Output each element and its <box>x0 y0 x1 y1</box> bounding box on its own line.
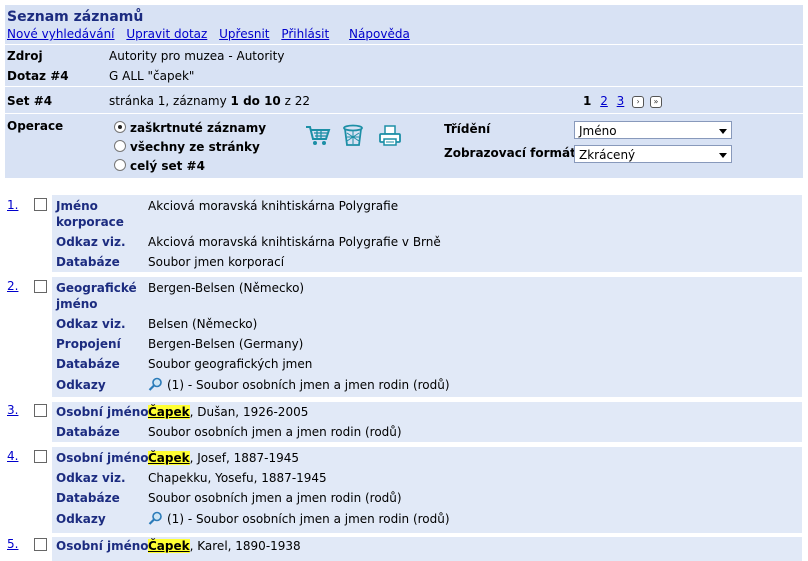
field-value: Akciová moravská knihtiskárna Polygrafie… <box>148 235 441 249</box>
field-value: Čapek, Karel, 1890-1938 <box>148 538 301 554</box>
field-value-rest: , Karel, 1890-1938 <box>189 539 301 553</box>
page-title: Seznam záznamů <box>7 9 144 25</box>
magnifier-icon[interactable] <box>148 377 163 395</box>
field-value: Bergen-Belsen (Německo) <box>148 281 305 295</box>
references-value: (1) - Soubor osobních jmen a jmen rodin … <box>148 377 450 395</box>
divider <box>5 44 803 45</box>
set-suffix: z 22 <box>280 94 310 108</box>
pager: 1 2 3 › » <box>583 94 662 108</box>
query-label: Dotaz #4 <box>7 69 69 83</box>
references-value: (1) - Soubor osobních jmen a jmen rodin … <box>148 511 450 529</box>
sort-label: Třídění <box>444 122 491 136</box>
field-label: Osobní jméno <box>56 405 149 419</box>
field-label: Databáze <box>56 491 120 505</box>
field-label: Databáze <box>56 357 120 371</box>
record-checkbox[interactable] <box>34 404 47 417</box>
record-checkbox[interactable] <box>34 538 47 551</box>
field-value: Čapek, Dušan, 1926-2005 <box>148 404 308 420</box>
record-number-link[interactable]: 2. <box>7 279 18 293</box>
record-number-link[interactable]: 3. <box>7 403 18 417</box>
set-prefix: stránka 1, záznamy <box>109 94 231 108</box>
radio-checked-records[interactable]: zaškrtnuté záznamy <box>114 121 266 135</box>
record-checkbox[interactable] <box>34 280 47 293</box>
radio-icon[interactable] <box>114 159 126 171</box>
page-current: 1 <box>583 94 592 108</box>
field-label: Osobní jméno <box>56 539 149 553</box>
field-label: Odkaz viz. <box>56 235 126 249</box>
cart-icon[interactable] <box>305 124 331 151</box>
format-select[interactable]: Zkrácený <box>574 145 732 163</box>
sort-select[interactable]: Jméno <box>574 121 732 139</box>
field-value: Bergen-Belsen (Germany) <box>148 337 304 351</box>
field-value-rest: , Dušan, 1926-2005 <box>189 405 309 419</box>
radio-label: celý set #4 <box>130 159 205 173</box>
source-label: Zdroj <box>7 49 43 63</box>
field-value: Belsen (Německo) <box>148 317 258 331</box>
field-label: Databáze <box>56 255 120 269</box>
set-range: 1 do 10 <box>230 94 281 108</box>
field-value: Soubor osobních jmen a jmen rodin (rodů) <box>148 425 402 439</box>
record-number-link[interactable]: 5. <box>7 537 18 551</box>
chevron-down-icon <box>719 129 727 134</box>
field-value-rest: , Josef, 1887-1945 <box>189 451 300 465</box>
nav-links: Nové vyhledávání Upravit dotaz Upřesnit … <box>7 27 418 41</box>
field-value: Chapekku, Yosefu, 1887-1945 <box>148 471 327 485</box>
search-highlight[interactable]: Čapek <box>148 405 190 419</box>
record-checkbox[interactable] <box>34 450 47 463</box>
references-text[interactable]: (1) - Soubor osobních jmen a jmen rodin … <box>167 512 450 526</box>
radio-whole-set[interactable]: celý set #4 <box>114 159 205 173</box>
format-value: Zkrácený <box>579 148 636 162</box>
radio-selected-icon[interactable] <box>114 121 126 133</box>
radio-icon[interactable] <box>114 140 126 152</box>
record-checkbox[interactable] <box>34 198 47 211</box>
field-value: Soubor osobních jmen a jmen rodin (rodů) <box>148 491 402 505</box>
field-label: Odkazy <box>56 512 106 526</box>
field-label: Databáze <box>56 425 120 439</box>
trash-icon[interactable] <box>342 124 364 151</box>
source-value: Autority pro muzea - Autority <box>109 49 285 63</box>
sort-value: Jméno <box>579 124 617 138</box>
login-link[interactable]: Přihlásit <box>281 27 329 41</box>
page-2-link[interactable]: 2 <box>600 94 608 108</box>
set-info: stránka 1, záznamy 1 do 10 z 22 <box>109 94 310 108</box>
field-value: Akciová moravská knihtiskárna Polygrafie <box>148 199 399 213</box>
help-link[interactable]: Nápověda <box>349 27 410 41</box>
field-label: Odkaz viz. <box>56 317 126 331</box>
next-page-icon[interactable]: › <box>632 95 645 108</box>
operations-label: Operace <box>7 119 64 133</box>
divider <box>5 86 803 87</box>
print-icon[interactable] <box>378 124 402 151</box>
page-3-link[interactable]: 3 <box>617 94 625 108</box>
search-highlight[interactable]: Čapek <box>148 539 190 553</box>
field-label: Jméno korporace <box>56 199 124 229</box>
search-highlight[interactable]: Čapek <box>148 451 190 465</box>
divider <box>5 113 803 114</box>
last-page-icon[interactable]: » <box>649 95 662 108</box>
references-text[interactable]: (1) - Soubor osobních jmen a jmen rodin … <box>167 378 450 392</box>
format-label: Zobrazovací formát <box>444 146 576 160</box>
field-label: Odkazy <box>56 378 106 392</box>
set-label: Set #4 <box>7 94 53 108</box>
edit-query-link[interactable]: Upravit dotaz <box>126 27 207 41</box>
field-value: Soubor geografických jmen <box>148 357 313 371</box>
radio-label: zaškrtnuté záznamy <box>130 121 267 135</box>
field-label: Odkaz viz. <box>56 471 126 485</box>
radio-all-on-page[interactable]: všechny ze stránky <box>114 140 260 154</box>
record-number-link[interactable]: 4. <box>7 449 18 463</box>
radio-label: všechny ze stránky <box>130 140 260 154</box>
chevron-down-icon <box>719 153 727 158</box>
query-value: G ALL "čapek" <box>109 69 195 83</box>
field-label: Propojení <box>56 337 121 351</box>
magnifier-icon[interactable] <box>148 511 163 529</box>
refine-link[interactable]: Upřesnit <box>219 27 269 41</box>
new-search-link[interactable]: Nové vyhledávání <box>7 27 115 41</box>
record-number-link[interactable]: 1. <box>7 198 18 212</box>
field-value: Čapek, Josef, 1887-1945 <box>148 450 299 466</box>
field-label: Geografické jméno <box>56 281 137 311</box>
field-value: Soubor jmen korporací <box>148 255 285 269</box>
field-label: Osobní jméno <box>56 451 149 465</box>
